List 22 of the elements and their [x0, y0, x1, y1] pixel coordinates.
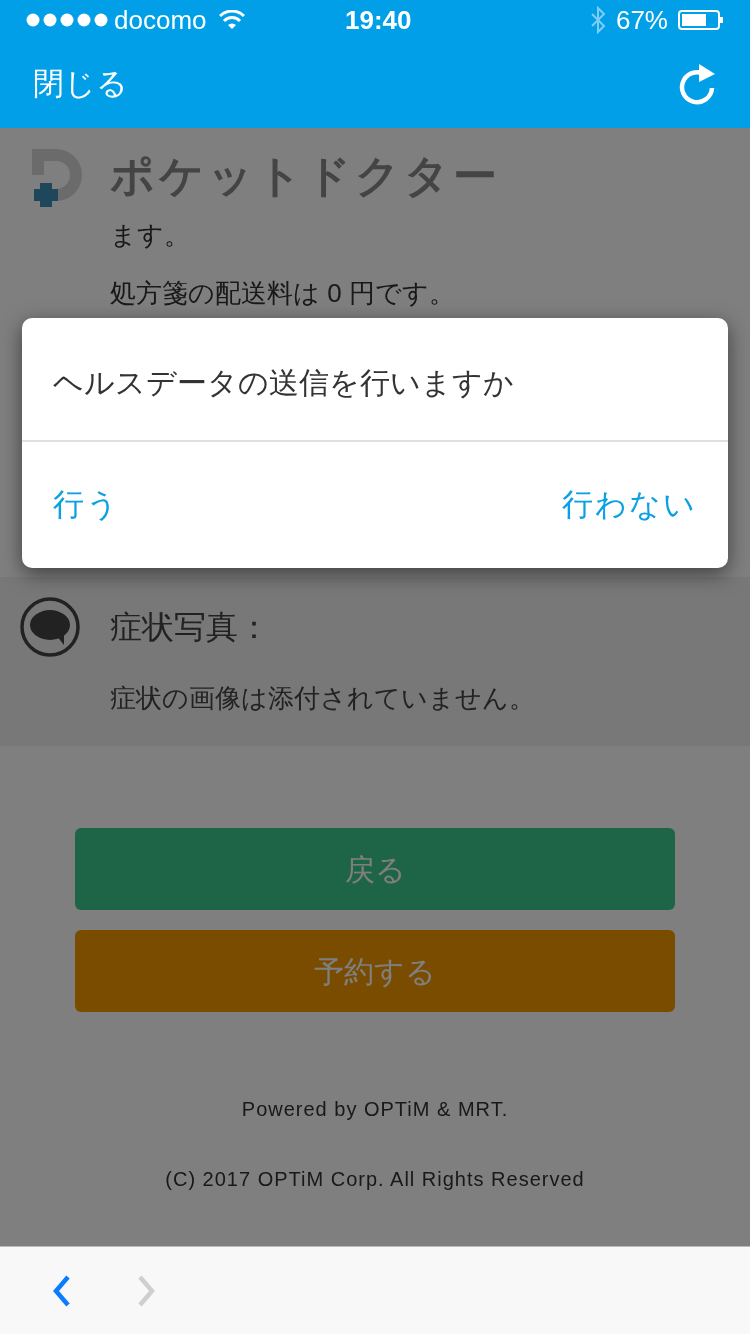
status-time: 19:40	[345, 3, 412, 37]
body-text: ます。	[110, 220, 190, 250]
dialog-message: ヘルスデータの送信を行いますか	[22, 318, 728, 442]
dialog-action[interactable]: 行わない	[562, 481, 697, 529]
footer-text: (C) 2017 OPTiM Corp. All Rights Reserved	[164, 1167, 586, 1192]
dialog-action[interactable]: 行う	[53, 481, 120, 529]
reload-icon[interactable]	[677, 62, 717, 106]
footer-text: Powered by OPTiM & MRT.	[240, 1097, 510, 1122]
carrier-name: docomo	[114, 3, 207, 37]
bluetooth-icon	[589, 6, 606, 34]
back-button[interactable]: 戻る	[75, 828, 675, 910]
section-text: 症状の画像は添付されていません。	[110, 682, 536, 715]
close-button[interactable]: 閉じる	[33, 60, 128, 108]
battery-icon	[678, 10, 724, 30]
body-text: 処方箋の配送料は 0 円です。	[110, 277, 455, 310]
wifi-icon	[218, 10, 245, 30]
chat-bubble-icon	[20, 597, 80, 657]
reserve-button[interactable]: 予約する	[75, 930, 675, 1012]
section-title: 症状写真：	[110, 608, 270, 647]
battery-percent: 67%	[615, 3, 668, 37]
app-title: ポケットドクター	[110, 150, 501, 202]
signal-icon	[26, 13, 108, 27]
